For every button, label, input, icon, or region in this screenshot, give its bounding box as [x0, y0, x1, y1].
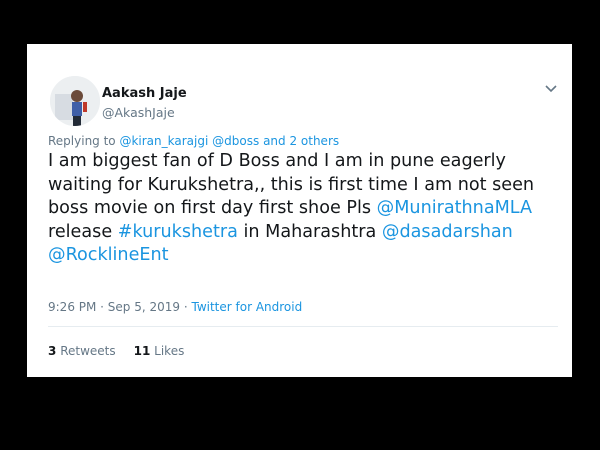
replying-to: Replying to @kiran_karajgi @dboss and 2 …	[48, 134, 339, 148]
tweet-text-segment: release	[48, 221, 118, 242]
likes-count: 11	[133, 344, 151, 358]
avatar[interactable]	[50, 76, 100, 126]
likes-label: Likes	[154, 344, 185, 358]
hashtag-kurukshetra[interactable]: #kurukshetra	[118, 222, 238, 242]
tweet-card: Aakash Jaje @AkashJaje Replying to @kira…	[27, 44, 572, 377]
tweet-meta: 9:26 PM · Sep 5, 2019 · Twitter for Andr…	[48, 300, 302, 314]
retweets-stat[interactable]: 3 Retweets	[48, 344, 116, 358]
reply-mention-kiran[interactable]: @kiran_karajgi	[119, 134, 208, 148]
chevron-down-icon[interactable]	[545, 85, 557, 93]
reply-others-link[interactable]: and 2 others	[263, 134, 339, 148]
tweet-text: I am biggest fan of D Boss and I am in p…	[48, 150, 568, 268]
tweet-text-segment: boss movie on first day first shoe Pls	[48, 198, 377, 218]
meta-separator: ·	[180, 300, 192, 314]
reply-mention-dboss[interactable]: @dboss	[212, 134, 259, 148]
author-handle[interactable]: @AkashJaje	[102, 105, 175, 120]
retweets-label: Retweets	[60, 344, 116, 358]
tweet-stats: 3 Retweets 11 Likes	[48, 344, 184, 358]
tweet-text-segment: in Maharashtra	[237, 221, 382, 242]
likes-stat[interactable]: 11 Likes	[134, 344, 185, 358]
tweet-line-2: waiting for Kurukshetra,, this is first …	[48, 174, 535, 195]
tweet-line-4: release #kurukshetra in Maharashtra @das…	[48, 221, 568, 245]
retweets-count: 3	[48, 344, 57, 358]
tweet-line-5: @RocklineEnt	[48, 244, 568, 268]
replying-prefix: Replying to	[48, 134, 120, 148]
timestamp[interactable]: 9:26 PM · Sep 5, 2019	[48, 300, 180, 314]
tweet-line-3: boss movie on first day first shoe Pls @…	[48, 197, 568, 221]
mention-rocklineent[interactable]: @RocklineEnt	[48, 245, 169, 265]
author-name[interactable]: Aakash Jaje	[102, 86, 187, 101]
divider	[48, 326, 558, 327]
tweet-line-1: I am biggest fan of D Boss and I am in p…	[48, 151, 506, 171]
avatar-photo	[50, 76, 100, 126]
mention-dasadarshan[interactable]: @dasadarshan	[382, 222, 513, 242]
source-link[interactable]: Twitter for Android	[191, 300, 302, 314]
mention-munirathnamla[interactable]: @MunirathnaMLA	[377, 198, 532, 218]
